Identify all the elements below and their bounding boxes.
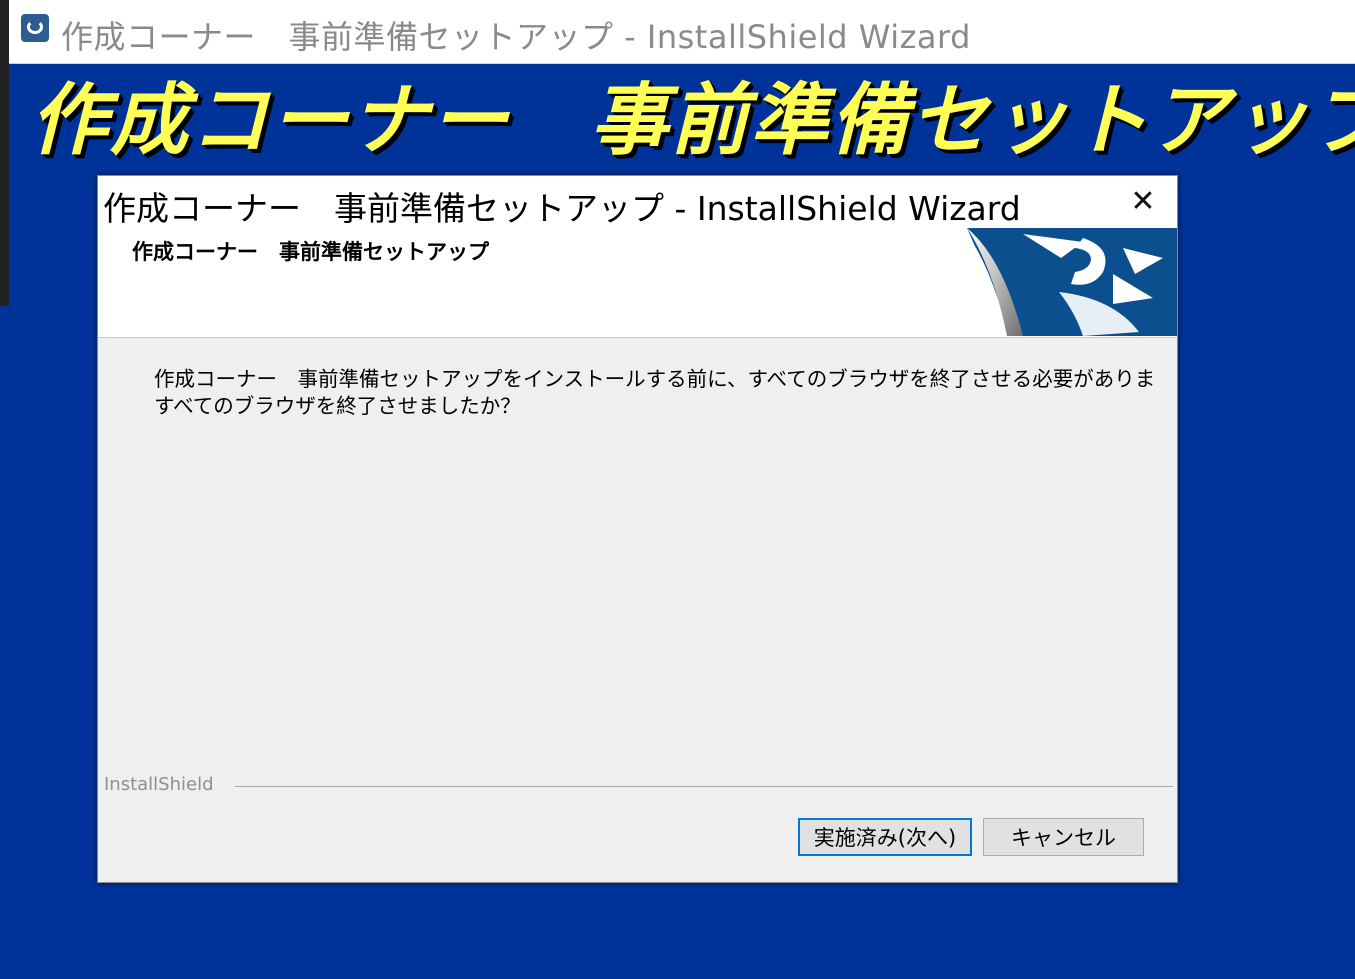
dialog-subtitle: 作成コーナー 事前準備セットアップ [132, 240, 489, 264]
next-button[interactable]: 実施済み(次へ) [798, 818, 972, 856]
installshield-app-icon [21, 14, 49, 42]
dialog-message: 作成コーナー 事前準備セットアップをインストールする前に、すべてのブラウザを終了… [154, 366, 1154, 420]
outer-window-title: 作成コーナー 事前準備セットアップ - InstallShield Wizard [61, 18, 971, 56]
message-line-1: 作成コーナー 事前準備セットアップをインストールする前に、すべてのブラウザを終了… [154, 367, 1154, 391]
outer-window-titlebar[interactable]: 作成コーナー 事前準備セットアップ - InstallShield Wizard [9, 0, 1355, 64]
background-window-edge [0, 0, 9, 306]
installshield-dialog: 作成コーナー 事前準備セットアップ - InstallShield Wizard… [97, 175, 1178, 883]
message-line-2: すべてのブラウザを終了させましたか？ [154, 394, 521, 418]
installshield-brand-label: InstallShield [104, 774, 214, 795]
dialog-header: 作成コーナー 事前準備セットアップ - InstallShield Wizard… [98, 176, 1177, 338]
installshield-logo-graphic [963, 228, 1177, 336]
footer-divider [235, 786, 1173, 787]
dialog-title: 作成コーナー 事前準備セットアップ - InstallShield Wizard [103, 189, 1021, 228]
close-icon[interactable]: ✕ [1118, 181, 1168, 223]
setup-banner-title: 作成コーナー 事前準備セットアップ [30, 76, 1355, 166]
cancel-button[interactable]: キャンセル [983, 818, 1144, 856]
